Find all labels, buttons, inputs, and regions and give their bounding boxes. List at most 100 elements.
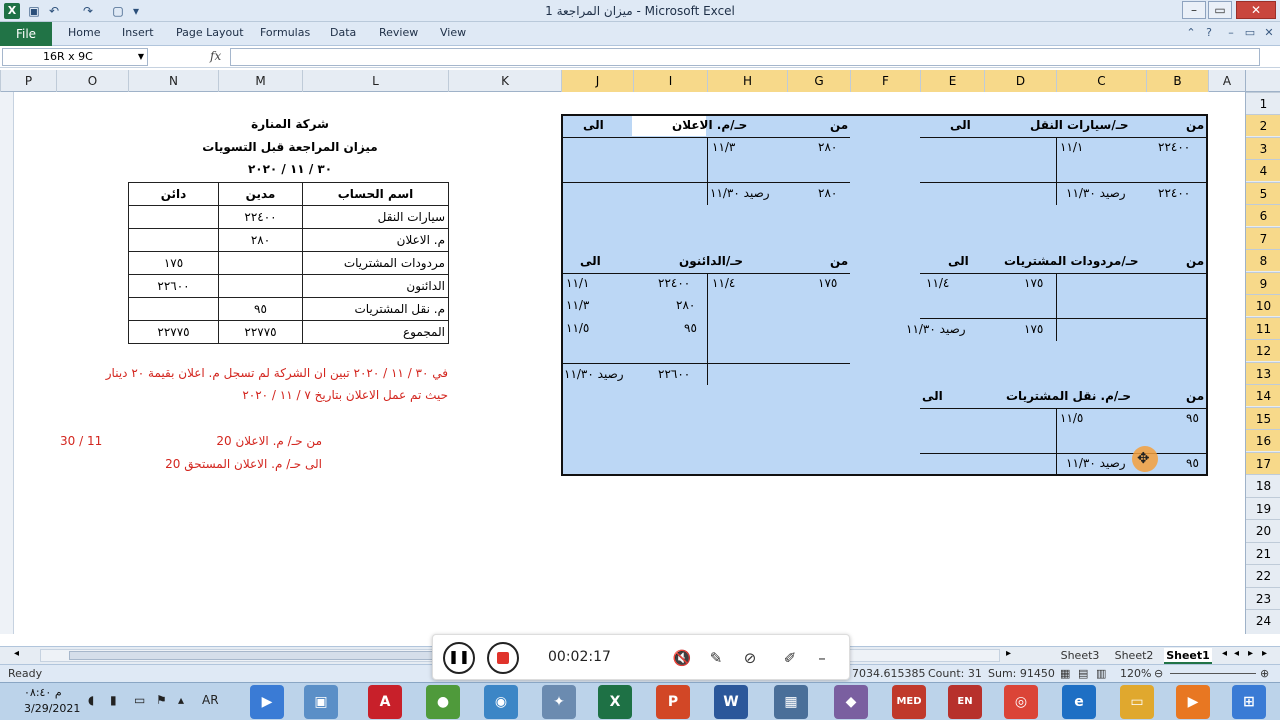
row-header[interactable]: 8 [1246, 249, 1280, 271]
tab-sheet1[interactable]: Sheet1 [1164, 648, 1212, 664]
cell-credit[interactable] [128, 228, 219, 252]
language-indicator[interactable]: AR [202, 693, 219, 707]
tab-data[interactable]: Data [330, 26, 356, 39]
t-account-amount[interactable]: ٢٨٠ [676, 298, 695, 312]
screen-app-icon[interactable]: ▣ [304, 685, 338, 719]
t-account-amount[interactable]: ٢٢٤٠٠ [1158, 140, 1190, 154]
select-all-corner[interactable] [1245, 70, 1280, 92]
t-account-date[interactable]: ١١/٥ [566, 321, 589, 335]
t-account-balance-amount[interactable]: ٢٢٤٠٠ [1158, 186, 1190, 200]
column-header[interactable]: K [448, 70, 561, 92]
t-account-balance-amount[interactable]: ٩٥ [1186, 456, 1199, 470]
maximize-button[interactable]: ▭ [1208, 1, 1232, 19]
selected-range[interactable] [561, 114, 1208, 476]
t-account-balance-label[interactable]: رصيد ١١/٣٠ [1066, 186, 1126, 200]
tab-formulas[interactable]: Formulas [260, 26, 310, 39]
cell-account[interactable]: م. نقل المشتريات [302, 297, 449, 321]
column-header[interactable]: P [0, 70, 56, 92]
stop-button[interactable] [487, 642, 519, 674]
mute-icon[interactable]: 🔇 [671, 647, 693, 669]
cell-credit[interactable]: ٢٢٦٠٠ [128, 274, 219, 298]
t-account-balance-label[interactable]: رصيد ١١/٣٠ [564, 367, 624, 381]
column-header[interactable]: O [56, 70, 128, 92]
cell-debit[interactable]: ٢٢٤٠٠ [218, 205, 303, 229]
t-account-balance-amount[interactable]: ١٧٥ [1024, 322, 1043, 336]
row-header[interactable]: 20 [1246, 519, 1280, 541]
ie-browser-icon[interactable]: e [1062, 685, 1096, 719]
cell-account[interactable]: سيارات النقل [302, 205, 449, 229]
t-account-amount[interactable]: ٩٥ [684, 321, 697, 335]
network-icon[interactable]: ▮ [110, 693, 117, 707]
tab-view[interactable]: View [440, 26, 466, 39]
row-header[interactable]: 22 [1246, 564, 1280, 586]
chrome-app-icon[interactable]: ● [426, 685, 460, 719]
tab-review[interactable]: Review [379, 26, 418, 39]
pause-button[interactable]: ❚❚ [443, 642, 475, 674]
t-account-date[interactable]: ١١/١ [566, 276, 589, 290]
t-account-balance-amount[interactable]: ٢٢٦٠٠ [658, 367, 690, 381]
tab-file[interactable]: File [0, 22, 52, 46]
next-sheet-icon[interactable]: ▸ [1248, 648, 1253, 659]
tab-home[interactable]: Home [68, 26, 100, 39]
row-header[interactable]: 16 [1246, 429, 1280, 451]
prev-sheet-icon[interactable]: ◂ [1234, 648, 1239, 659]
t-account-amount[interactable]: ١٧٥ [818, 276, 837, 290]
column-header[interactable]: H [707, 70, 787, 92]
row-header[interactable]: 1 [1246, 92, 1280, 114]
zoom-slider[interactable] [1170, 673, 1256, 674]
cell-credit[interactable] [128, 297, 219, 321]
t-account-balance-amount[interactable]: ٢٨٠ [818, 186, 837, 200]
powerpoint-taskbar-icon[interactable]: P [656, 685, 690, 719]
row-header[interactable]: 19 [1246, 497, 1280, 519]
help-icon[interactable]: ? [1202, 26, 1216, 40]
media-player-icon[interactable]: ▶ [1176, 685, 1210, 719]
row-header[interactable]: 6 [1246, 204, 1280, 226]
t-account-balance-label[interactable]: رصيد ١١/٣٠ [710, 186, 770, 200]
row-header[interactable]: 11 [1246, 317, 1280, 339]
row-header[interactable]: 12 [1246, 339, 1280, 361]
row-header[interactable]: 24 [1246, 609, 1280, 631]
row-header[interactable]: 5 [1246, 182, 1280, 204]
scroll-right-icon[interactable]: ▸ [1006, 648, 1011, 659]
formula-input[interactable] [230, 48, 1260, 66]
normal-view-icon[interactable]: ▦ [1060, 667, 1070, 680]
dictionary-app-icon[interactable]: EN [948, 685, 982, 719]
column-header[interactable]: A [1208, 70, 1245, 92]
t-account-amount[interactable]: ٢٨٠ [818, 140, 837, 154]
page-break-view-icon[interactable]: ▥ [1096, 667, 1106, 680]
cell-debit[interactable] [218, 251, 303, 275]
calculator-app-icon[interactable]: ▦ [774, 685, 808, 719]
zoom-out-icon[interactable]: ⊖ [1154, 667, 1163, 680]
cell-debit[interactable]: ٢٨٠ [218, 228, 303, 252]
app-icon[interactable]: ◆ [834, 685, 868, 719]
row-header[interactable]: 10 [1246, 294, 1280, 316]
excel-taskbar-icon[interactable]: X [598, 685, 632, 719]
tools-app-icon[interactable]: ✦ [542, 685, 576, 719]
cell-debit[interactable]: ٢٢٧٧٥ [218, 320, 303, 344]
close-button[interactable]: ✕ [1236, 1, 1276, 19]
webcam-off-icon[interactable]: ⊘ [739, 647, 761, 669]
flag-icon[interactable]: ⚑ [156, 693, 167, 707]
cell-account[interactable]: مردودات المشتريات [302, 251, 449, 275]
t-account-date[interactable]: ١١/٣ [712, 140, 735, 154]
minimize-recorder-icon[interactable]: – [811, 647, 833, 669]
t-account-amount[interactable]: ٢٢٤٠٠ [658, 276, 690, 290]
cell-credit[interactable]: ٢٢٧٧٥ [128, 320, 219, 344]
t-account-balance-label[interactable]: رصيد ١١/٣٠ [1066, 456, 1126, 470]
row-header[interactable]: 17 [1246, 452, 1280, 474]
zoom-in-icon[interactable]: ⊕ [1260, 667, 1269, 680]
workbook-restore-icon[interactable]: ▭ [1243, 26, 1257, 40]
row-header[interactable]: 2 [1246, 114, 1280, 136]
column-header[interactable]: D [984, 70, 1056, 92]
row-header[interactable]: 23 [1246, 587, 1280, 609]
cell-debit[interactable]: ٩٥ [218, 297, 303, 321]
row-header[interactable]: 15 [1246, 407, 1280, 429]
cell-debit[interactable] [218, 274, 303, 298]
cell-credit[interactable]: ١٧٥ [128, 251, 219, 275]
t-account-date[interactable]: ١١/٤ [926, 276, 949, 290]
name-box[interactable]: 16R x 9C ▼ [2, 48, 148, 66]
start-button[interactable]: ⊞ [1232, 685, 1266, 719]
column-header[interactable]: E [920, 70, 984, 92]
row-header[interactable]: 18 [1246, 474, 1280, 496]
t-account-date[interactable]: ١١/٥ [1060, 411, 1083, 425]
